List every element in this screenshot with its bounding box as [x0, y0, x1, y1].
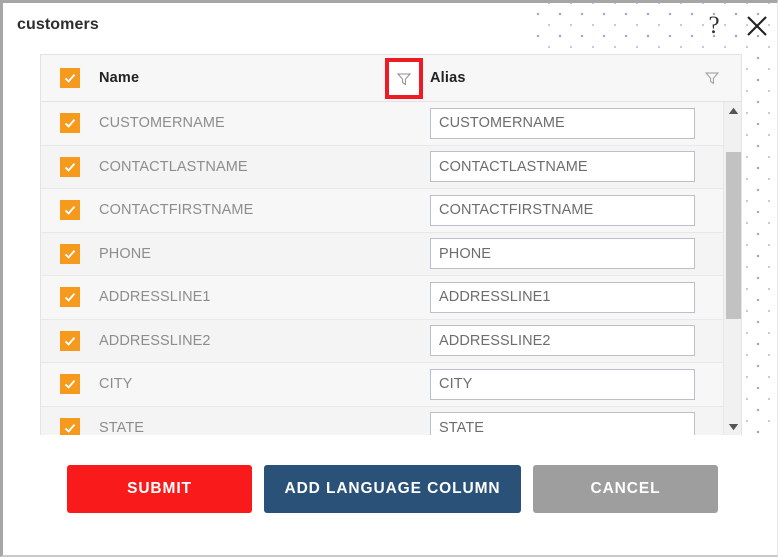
row-checkbox[interactable]	[60, 200, 80, 221]
dialog-surface-left-margin	[3, 3, 23, 443]
alias-input[interactable]	[430, 412, 695, 435]
table-row: CUSTOMERNAME	[41, 102, 741, 146]
cancel-button[interactable]: CANCEL	[533, 465, 718, 513]
alias-filter-funnel-icon[interactable]	[700, 66, 724, 90]
alias-input[interactable]	[430, 368, 695, 400]
table-row: CONTACTFIRSTNAME	[41, 189, 741, 233]
row-checkbox[interactable]	[60, 287, 80, 308]
row-checkbox[interactable]	[60, 417, 80, 435]
alias-input[interactable]	[430, 194, 695, 226]
table-row: PHONE	[41, 232, 741, 276]
row-checkbox[interactable]	[60, 374, 80, 395]
column-header-name: Name	[99, 55, 412, 102]
dialog-window: customers ? Name Alias CUSTOMERNAME CUST…	[0, 0, 778, 557]
row-checkbox[interactable]	[60, 113, 80, 134]
row-alias-cell	[412, 151, 741, 183]
alias-input[interactable]	[430, 151, 695, 183]
table-rows: CUSTOMERNAME CONTACTLASTNAME CONTACTFIRSTN…	[41, 102, 741, 435]
alias-input[interactable]	[430, 281, 695, 313]
alias-input[interactable]	[430, 238, 695, 270]
row-checkbox[interactable]	[60, 156, 80, 177]
select-all-cell	[41, 68, 99, 88]
help-icon[interactable]: ?	[701, 11, 727, 41]
column-header-alias: Alias	[412, 55, 741, 102]
row-name-label: ADDRESSLINE1	[99, 289, 211, 306]
row-alias-cell	[412, 325, 741, 357]
row-name-label: CONTACTLASTNAME	[99, 158, 248, 175]
row-name-label: STATE	[99, 419, 145, 435]
row-alias-cell	[412, 368, 741, 400]
page-title: customers	[17, 16, 99, 33]
alias-input[interactable]	[430, 325, 695, 357]
column-header-alias-label: Alias	[430, 70, 466, 86]
row-alias-cell	[412, 107, 741, 139]
close-icon[interactable]	[743, 10, 771, 40]
row-checkbox-cell	[41, 287, 99, 308]
table-row: STATE	[41, 406, 741, 435]
row-alias-cell	[412, 238, 741, 270]
row-name-label: PHONE	[99, 245, 152, 262]
columns-table: Name Alias CUSTOMERNAME CONTACTLASTNAME CO…	[40, 54, 742, 435]
submit-button[interactable]: SUBMIT	[67, 465, 252, 513]
row-alias-cell	[412, 412, 741, 435]
row-name-label: ADDRESSLINE2	[99, 332, 211, 349]
scrollbar-thumb[interactable]	[726, 152, 741, 319]
dialog-footer: SUBMIT ADD LANGUAGE COLUMN CANCEL	[3, 465, 777, 521]
alias-input[interactable]	[430, 107, 695, 139]
dialog-header: customers ?	[3, 3, 777, 49]
scrollbar-down-triangle-down-icon[interactable]	[724, 418, 741, 435]
row-checkbox[interactable]	[60, 243, 80, 264]
row-name-label: CUSTOMERNAME	[99, 115, 225, 132]
row-checkbox[interactable]	[60, 330, 80, 351]
row-name-label: CITY	[99, 376, 133, 393]
row-name-label: CONTACTFIRSTNAME	[99, 202, 254, 219]
row-checkbox-cell	[41, 243, 99, 264]
vertical-scrollbar[interactable]	[723, 102, 741, 435]
table-row: CITY	[41, 363, 741, 407]
row-checkbox-cell	[41, 374, 99, 395]
row-checkbox-cell	[41, 330, 99, 351]
add-language-column-button[interactable]: ADD LANGUAGE COLUMN	[264, 465, 521, 513]
row-checkbox-cell	[41, 200, 99, 221]
table-row: CONTACTLASTNAME	[41, 145, 741, 189]
table-rows-viewport: CUSTOMERNAME CONTACTLASTNAME CONTACTFIRSTN…	[41, 102, 741, 435]
scrollbar-up-triangle-up-icon[interactable]	[724, 102, 741, 120]
table-row: ADDRESSLINE1	[41, 276, 741, 320]
row-checkbox-cell	[41, 417, 99, 435]
column-header-name-label: Name	[99, 70, 140, 86]
select-all-checkbox[interactable]	[60, 68, 80, 88]
row-checkbox-cell	[41, 113, 99, 134]
row-alias-cell	[412, 194, 741, 226]
name-filter-funnel-icon-highlighted[interactable]	[385, 58, 423, 99]
row-alias-cell	[412, 281, 741, 313]
row-checkbox-cell	[41, 156, 99, 177]
table-header-row: Name Alias	[41, 55, 741, 102]
table-row: ADDRESSLINE2	[41, 319, 741, 363]
